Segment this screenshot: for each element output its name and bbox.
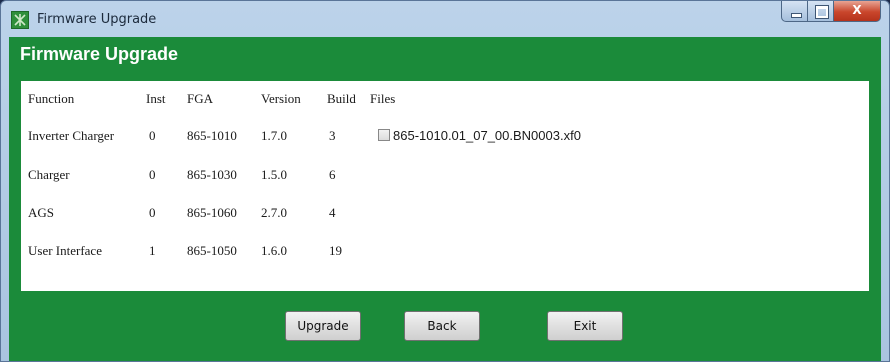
row-version: 2.7.0 — [261, 205, 287, 220]
maximize-button[interactable] — [808, 1, 834, 22]
row-version: 1.7.0 — [261, 128, 287, 143]
page-title: Firmware Upgrade — [20, 44, 179, 64]
firmware-table: Function Inst FGA Version Build Files In… — [21, 81, 869, 291]
column-header-fga: FGA — [187, 91, 214, 106]
file-checkbox[interactable] — [378, 129, 390, 141]
close-button[interactable]: X — [834, 1, 881, 22]
row-fga: 865-1010 — [187, 128, 237, 143]
row-version: 1.5.0 — [261, 167, 287, 182]
column-header-function: Function — [28, 91, 75, 106]
row-version: 1.6.0 — [261, 243, 287, 258]
column-header-inst: Inst — [146, 91, 166, 106]
minimize-icon — [791, 13, 802, 18]
file-name[interactable]: 865-1010.01_07_00.BN0003.xf0 — [393, 128, 581, 143]
client-area: Firmware Upgrade Function Inst FGA Versi… — [9, 37, 881, 361]
row-fga: 865-1060 — [187, 205, 237, 220]
row-inst: 0 — [149, 167, 156, 182]
row-build: 4 — [329, 205, 336, 220]
firmware-app-icon — [11, 11, 29, 29]
row-fga: 865-1030 — [187, 167, 237, 182]
window-title: Firmware Upgrade — [37, 12, 157, 27]
title-bar[interactable]: Firmware Upgrade X — [1, 1, 889, 37]
row-inst: 0 — [149, 205, 156, 220]
row-build: 19 — [329, 243, 342, 258]
firmware-upgrade-window: Firmware Upgrade X Firmware Upgrade Func… — [0, 0, 890, 362]
row-inst: 0 — [149, 128, 156, 143]
column-header-build: Build — [327, 91, 356, 106]
upgrade-button[interactable]: Upgrade — [285, 311, 361, 341]
minimize-button[interactable] — [781, 1, 808, 22]
row-build: 3 — [329, 128, 336, 143]
row-function: AGS — [28, 205, 55, 220]
close-icon: X — [852, 3, 862, 17]
maximize-icon — [815, 5, 829, 19]
row-function: Charger — [28, 167, 70, 182]
row-build: 6 — [329, 167, 336, 182]
row-fga: 865-1050 — [187, 243, 237, 258]
column-header-files: Files — [370, 91, 396, 106]
exit-button[interactable]: Exit — [547, 311, 623, 341]
row-inst: 1 — [149, 243, 156, 258]
row-function: Inverter Charger — [28, 128, 115, 143]
row-function: User Interface — [28, 243, 102, 258]
column-header-version: Version — [261, 91, 301, 106]
window-controls: X — [781, 1, 881, 23]
back-button[interactable]: Back — [404, 311, 480, 341]
